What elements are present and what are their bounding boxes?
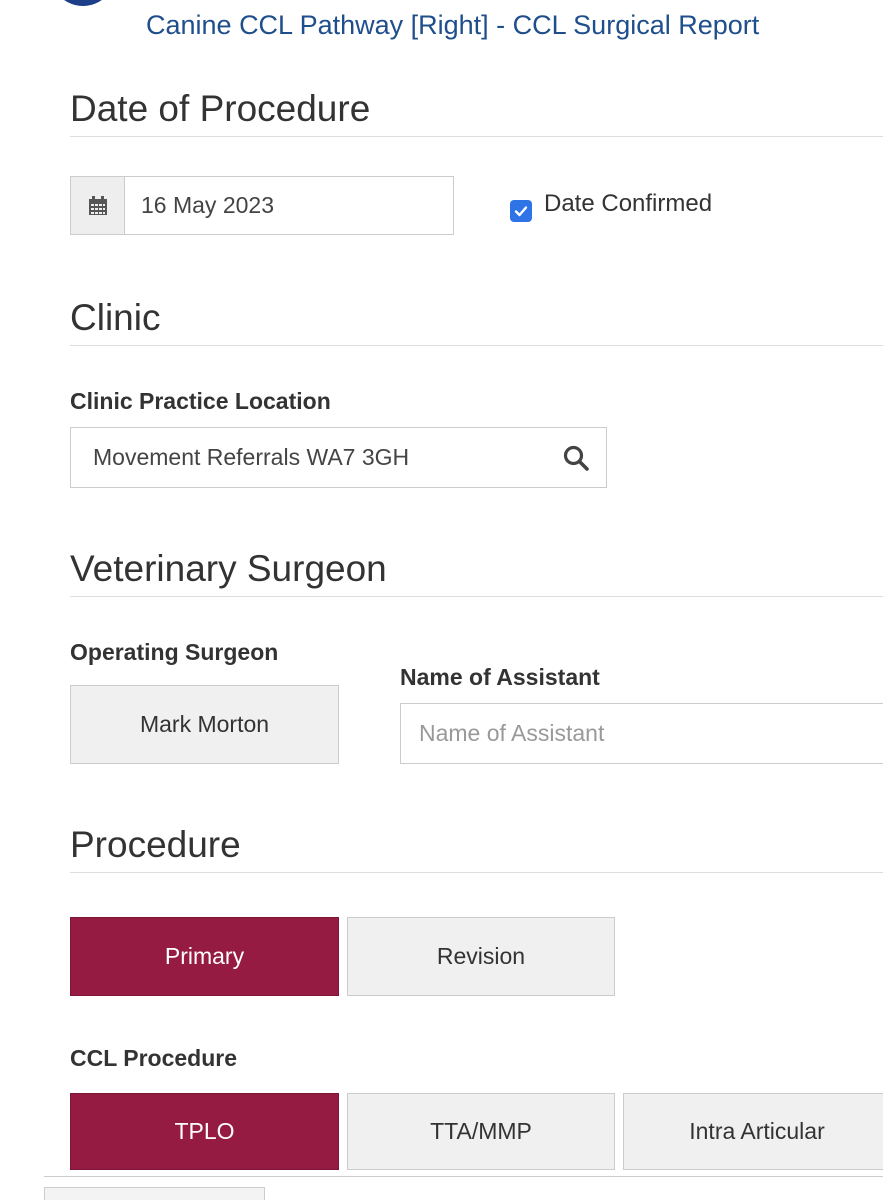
clinic-location-value: Movement Referrals WA7 3GH	[93, 444, 410, 470]
section-title-surgeon: Veterinary Surgeon	[70, 548, 387, 589]
page-title: Canine CCL Pathway [Right] - CCL Surgica…	[146, 10, 760, 40]
date-input[interactable]	[125, 177, 453, 234]
assistant-label: Name of Assistant	[400, 664, 600, 690]
date-confirmed-label: Date Confirmed	[544, 190, 713, 217]
surgical-report-page: Canine CCL Pathway [Right] - CCL Surgica…	[0, 0, 883, 1200]
clinic-search-button[interactable]	[546, 444, 606, 472]
operating-surgeon-label: Operating Surgeon	[70, 639, 279, 665]
section-title-clinic: Clinic	[70, 297, 161, 338]
ccl-tta-mmp-button[interactable]: TTA/MMP	[347, 1093, 615, 1170]
footer-divider	[44, 1176, 883, 1177]
date-confirmed-checkbox[interactable]	[510, 200, 532, 222]
section-title-date: Date of Procedure	[70, 88, 371, 129]
calendar-icon	[88, 195, 107, 215]
procedure-primary-button[interactable]: Primary	[70, 917, 339, 996]
section-divider	[70, 345, 883, 346]
checkmark-icon	[514, 206, 528, 217]
section-title-procedure: Procedure	[70, 824, 241, 865]
section-divider	[70, 136, 883, 137]
assistant-name-input[interactable]	[400, 703, 883, 764]
date-picker[interactable]	[70, 176, 454, 235]
search-icon	[563, 445, 589, 471]
ccl-tplo-button[interactable]: TPLO	[70, 1093, 339, 1170]
procedure-revision-button[interactable]: Revision	[347, 917, 615, 996]
calendar-button[interactable]	[71, 177, 125, 234]
clinic-location-field[interactable]: Movement Referrals WA7 3GH	[70, 427, 607, 488]
footer-button[interactable]	[44, 1187, 265, 1200]
section-divider	[70, 872, 883, 873]
section-divider	[70, 596, 883, 597]
ccl-procedure-label: CCL Procedure	[70, 1045, 238, 1071]
clinic-location-label: Clinic Practice Location	[70, 388, 331, 414]
operating-surgeon-button[interactable]: Mark Morton	[70, 685, 339, 764]
logo-icon	[52, 0, 114, 6]
date-confirmed-toggle[interactable]: Date Confirmed	[510, 186, 712, 222]
ccl-intra-articular-button[interactable]: Intra Articular	[623, 1093, 883, 1170]
